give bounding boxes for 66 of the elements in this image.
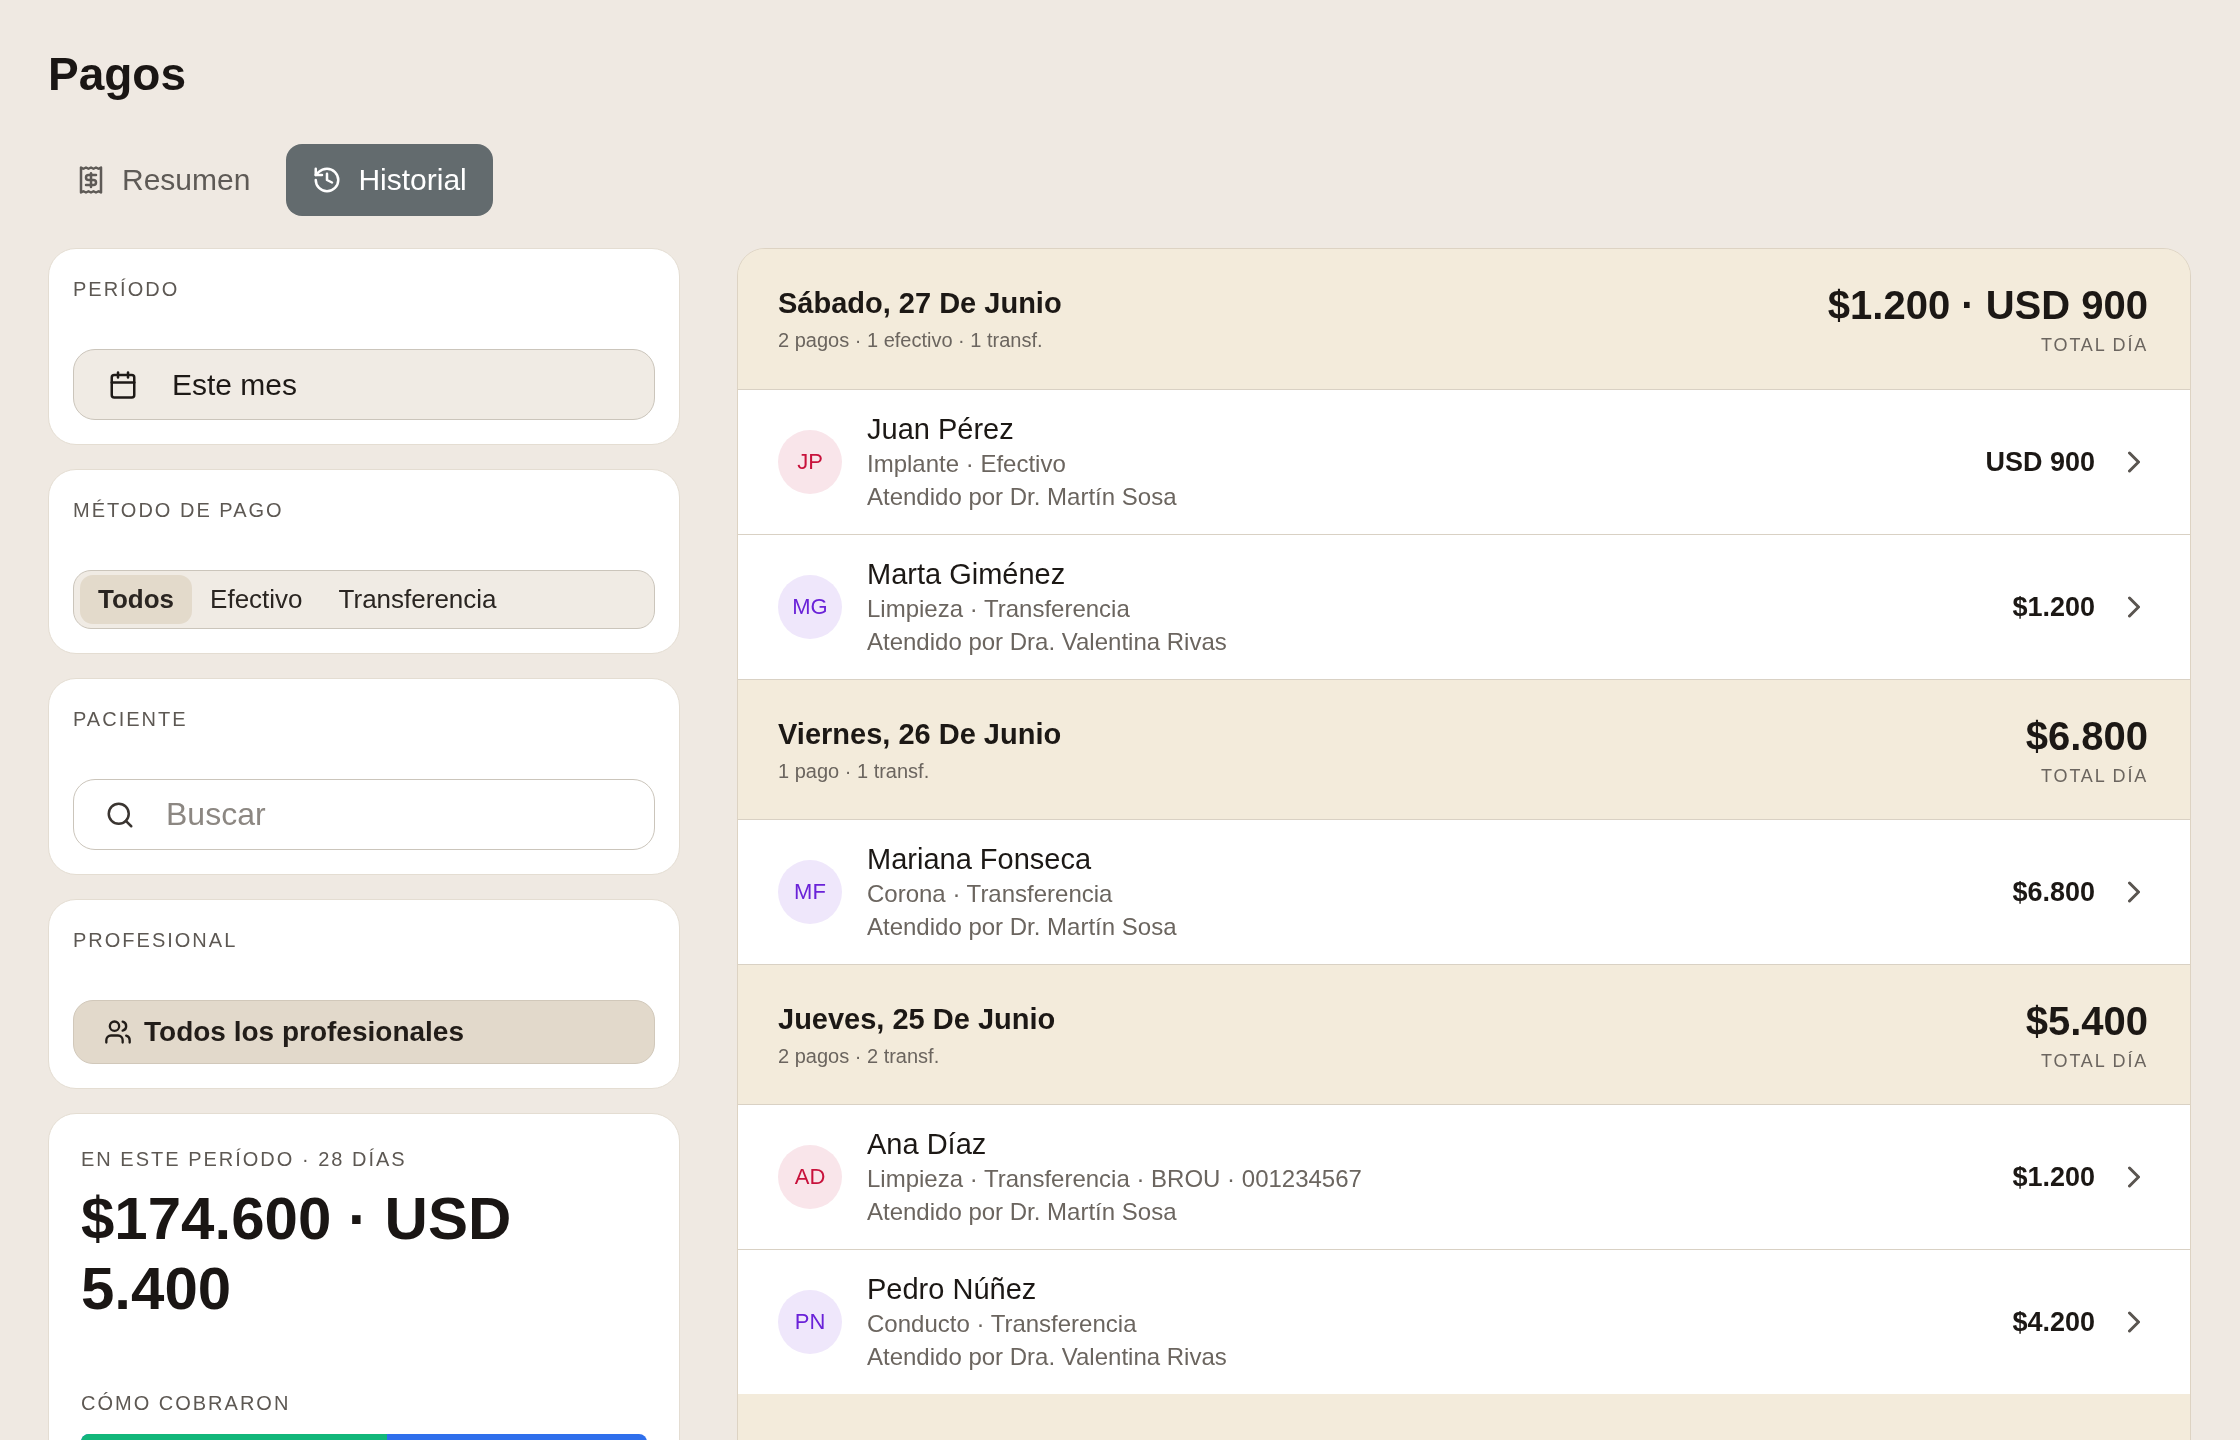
attending-professional: Atendido por Dr. Martín Sosa [867,1197,1177,1227]
section-label: PROFESIONAL [73,928,239,952]
initials-avatar: MF [778,860,842,924]
payment-amount: $4.200 [2012,1306,2095,1338]
treatment-details: Implante · Efectivo [867,449,1066,479]
segment-option[interactable]: Todos [80,575,193,624]
payment-row[interactable]: JP Juan Pérez Implante · Efectivo Atendido por Dr. Martín Sosa USD 900 [738,389,2190,534]
section-label: PACIENTE [73,707,189,731]
patient-name: Mariana Fonseca [867,842,1092,877]
payment-row[interactable]: AD Ana Díaz Limpieza · Transferencia · BROU · 001234567 Atendido por Dr. Martín Sosa $1.200 [738,1104,2190,1249]
tab[interactable]: Historial [286,144,493,216]
chevron-right-icon [2128,881,2140,903]
search-icon [105,800,135,830]
treatment-details: Conducto · Transferencia [867,1309,1137,1339]
payment-row[interactable]: MF Mariana Fonseca Corona · Transferencia Atendido por Dr. Martín Sosa $6.800 [738,819,2190,964]
day-total: $1.200 · USD 900 [1827,282,2148,328]
professional-select[interactable]: Todos los profesionales [73,1000,655,1064]
search-field[interactable]: Buscar [73,779,655,850]
attending-professional: Atendido por Dra. Valentina Rivas [867,627,1227,657]
day-title: Sábado, 27 De Junio [778,286,1062,321]
period-select[interactable]: Este mes [73,349,655,420]
page-title: Pagos [48,47,187,102]
section-label: MÉTODO DE PAGO [73,498,285,522]
payment-row[interactable]: MG Marta Giménez Limpieza · Transferencia Atendido por Dra. Valentina Rivas $1.200 [738,534,2190,679]
day-summary: 1 pago · 1 transf. [778,758,930,784]
treatment-details: Limpieza · Transferencia · BROU · 001234567 [867,1164,1362,1194]
day-total: $5.400 [2025,997,2148,1044]
segment-option[interactable]: Efectivo [192,575,321,624]
day-title: Jueves, 25 De Junio [778,1001,1056,1037]
attending-professional: Atendido por Dr. Martín Sosa [867,482,1177,512]
treatment-details: Limpieza · Transferencia [867,594,1130,624]
payment-amount: USD 900 [1985,446,2095,478]
initials-avatar: AD [778,1145,842,1209]
segment-option[interactable]: Transferencia [320,575,515,624]
day-summary: 2 pagos · 1 efectivo · 1 transf. [778,328,1043,353]
initials-avatar: JP [778,430,842,494]
patient-name: Juan Pérez [867,412,1014,447]
attending-professional: Atendido por Dra. Valentina Rivas [867,1342,1227,1372]
payment-amount: $6.800 [2012,876,2095,908]
chevron-right-icon [2128,596,2140,618]
day-summary: 2 pagos · 2 transf. [778,1043,940,1069]
payment-row[interactable]: PN Pedro Núñez Conducto · Transferencia Atendido por Dra. Valentina Rivas $4.200 [738,1249,2190,1394]
summary-label: EN ESTE PERÍODO · 28 DÍAS [81,1147,408,1171]
patient-name: Marta Giménez [867,557,1066,592]
patient-name: Ana Díaz [867,1127,987,1162]
initials-avatar: MG [778,575,842,639]
chevron-right-icon [2128,1166,2140,1188]
calendar-icon [108,369,138,400]
tab[interactable]: Resumen [50,144,277,216]
initials-avatar: PN [778,1290,842,1354]
total-label: TOTAL DÍA [2041,1049,2148,1072]
payment-amount: $1.200 [2012,591,2095,623]
total-label: TOTAL DÍA [2041,764,2148,787]
chevron-right-icon [2128,1311,2140,1333]
chevron-right-icon [2128,451,2140,473]
section-label: PERÍODO [73,277,181,301]
section-label: CÓMO COBRARON [81,1391,292,1415]
patient-name: Pedro Núñez [867,1272,1037,1307]
total-label: TOTAL DÍA [2041,334,2148,356]
day-title: Viernes, 26 De Junio [778,716,1062,752]
users-icon [104,1018,132,1046]
treatment-details: Corona · Transferencia [867,879,1113,909]
attending-professional: Atendido por Dr. Martín Sosa [867,912,1177,942]
payment-amount: $1.200 [2012,1161,2095,1193]
day-total: $6.800 [2025,712,2148,759]
summary-total: $174.600 · USD 5.400 [81,1184,513,1324]
